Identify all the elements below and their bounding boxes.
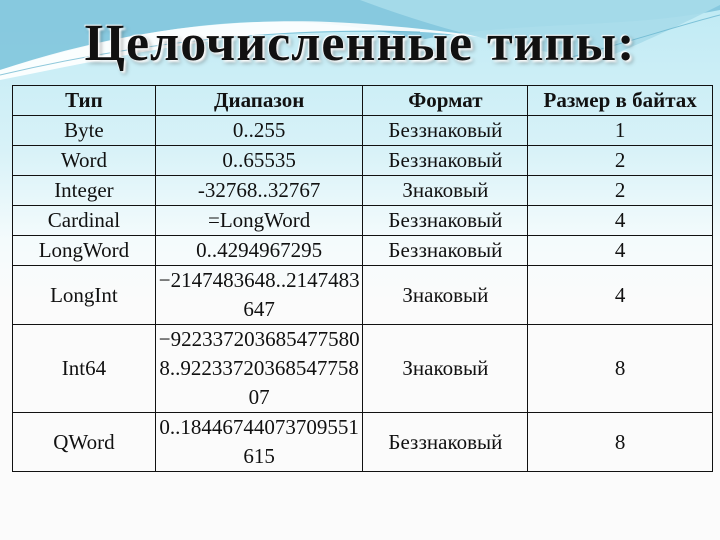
cell-size: 4	[527, 265, 713, 325]
table-row: Integer -32768..32767 Знаковый 2	[12, 175, 713, 206]
table-row: Word 0..65535 Беззнаковый 2	[12, 145, 713, 176]
integer-types-table: Тип Диапазон Формат Размер в байтах Byte…	[12, 85, 713, 472]
cell-size: 4	[527, 235, 713, 266]
cell-range: -32768..32767	[154, 175, 364, 206]
table-row: LongWord 0..4294967295 Беззнаковый 4	[12, 235, 713, 266]
cell-type: LongInt	[12, 265, 156, 325]
cell-range: 0..65535	[154, 145, 364, 176]
table-row: QWord 0..18446744073709551615 Беззнаковы…	[12, 412, 713, 472]
cell-format: Беззнаковый	[362, 145, 529, 176]
cell-format: Знаковый	[362, 324, 529, 413]
cell-range: −9223372036854775808..922337203685477580…	[154, 324, 364, 413]
cell-size: 1	[527, 115, 713, 146]
table-row: Int64 −9223372036854775808..922337203685…	[12, 324, 713, 413]
cell-size: 8	[527, 324, 713, 413]
cell-type: Int64	[12, 324, 156, 413]
header-size: Размер в байтах	[527, 85, 713, 116]
cell-range: 0..18446744073709551615	[154, 412, 364, 472]
cell-type: QWord	[12, 412, 156, 472]
header-format: Формат	[362, 85, 529, 116]
cell-size: 8	[527, 412, 713, 472]
cell-type: Byte	[12, 115, 156, 146]
cell-range: 0..255	[154, 115, 364, 146]
cell-size: 4	[527, 205, 713, 236]
cell-range: −2147483648..2147483647	[154, 265, 364, 325]
slide-title: Целочисленные типы:	[84, 15, 636, 72]
cell-range: 0..4294967295	[154, 235, 364, 266]
table-row: Cardinal =LongWord Беззнаковый 4	[12, 205, 713, 236]
table-header-row: Тип Диапазон Формат Размер в байтах	[12, 85, 713, 116]
header-type: Тип	[12, 85, 156, 116]
cell-type: Integer	[12, 175, 156, 206]
cell-type: Cardinal	[12, 205, 156, 236]
cell-size: 2	[527, 145, 713, 176]
cell-format: Беззнаковый	[362, 235, 529, 266]
cell-format: Знаковый	[362, 265, 529, 325]
cell-format: Беззнаковый	[362, 412, 529, 472]
header-range: Диапазон	[154, 85, 364, 116]
cell-range: =LongWord	[154, 205, 364, 236]
cell-size: 2	[527, 175, 713, 206]
cell-type: Word	[12, 145, 156, 176]
cell-format: Беззнаковый	[362, 115, 529, 146]
table-row: LongInt −2147483648..2147483647 Знаковый…	[12, 265, 713, 325]
cell-type: LongWord	[12, 235, 156, 266]
cell-format: Знаковый	[362, 175, 529, 206]
cell-format: Беззнаковый	[362, 205, 529, 236]
table-row: Byte 0..255 Беззнаковый 1	[12, 115, 713, 146]
